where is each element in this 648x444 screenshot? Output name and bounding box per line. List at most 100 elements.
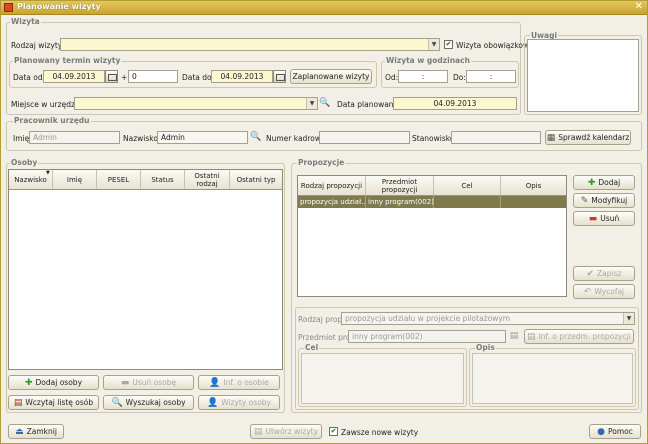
pracownik-section-label: Pracownik urzędu (13, 116, 91, 125)
document-icon: ▤ (509, 331, 519, 341)
calendar-icon: ▦ (546, 132, 556, 143)
inf-o-osobie-button[interactable]: 👤 Inf. o osobie (198, 375, 280, 390)
search-icon[interactable]: 🔍 (250, 131, 262, 144)
data-planowania-field[interactable]: 04.09.2013 (393, 97, 517, 110)
propozycje-table-header: Rodzaj propozycji Przedmiot propozycji C… (298, 176, 566, 196)
zapisz-button[interactable]: ✔ Zapisz (573, 266, 635, 281)
od-label: Od: (385, 73, 399, 82)
wizyta-obowiazkowa-checkbox[interactable]: ✔ (444, 40, 453, 49)
calendar-icon[interactable] (273, 70, 286, 83)
zawsze-nowe-wizyty-checkbox[interactable]: ✔ (329, 427, 338, 436)
wyszukaj-osoby-button[interactable]: 🔍 Wyszukaj osoby (103, 395, 194, 410)
zamknij-button[interactable]: ⏏ Zamknij (8, 424, 64, 439)
search-icon[interactable]: 🔍 (319, 97, 331, 110)
data-do-field[interactable]: 04.09.2013 (211, 70, 273, 83)
plus-icon: ✚ (24, 377, 33, 388)
plus-label: + (121, 73, 128, 82)
column-header-ostatni-typ[interactable]: Ostatni typ (230, 170, 282, 189)
wizyta-section-label: Wizyta (10, 17, 41, 26)
osoby-section-label: Osoby (10, 158, 39, 167)
usun-propozycje-button[interactable]: ▬ Usuń (573, 211, 635, 226)
rodzaj-prop-select: propozycja udziału w projekcie pilotażow… (341, 312, 635, 325)
window-title: Planowanie wizyty (17, 2, 101, 11)
planowanie-wizyty-window: Planowanie wizyty ✕ Wizyta Rodzaj wizyty… (0, 0, 648, 444)
osoby-table[interactable]: Nazwisko Imię PESEL Status Ostatni rodza… (8, 169, 283, 370)
opis-label: Opis (475, 343, 496, 352)
column-header-opis[interactable]: Opis (501, 176, 566, 195)
stanowisko-field (451, 131, 541, 144)
data-od-field[interactable]: 04.09.2013 (43, 70, 105, 83)
app-icon (4, 3, 13, 12)
zaplanowane-wizyty-button[interactable]: Zaplanowane wizyty (290, 69, 372, 84)
minus-icon: ▬ (588, 213, 598, 224)
calendar-icon[interactable] (105, 70, 118, 83)
zawsze-nowe-wizyty-label: Zawsze nowe wizyty (341, 428, 419, 437)
numer-kadrowy-field (319, 131, 410, 144)
column-header-rodzaj-propozycji[interactable]: Rodzaj propozycji (298, 176, 366, 195)
termin-section-label: Planowany termin wizyty (13, 56, 122, 65)
data-od-label: Data od: (13, 73, 46, 82)
column-header-pesel[interactable]: PESEL (97, 170, 141, 189)
wizyta-obowiazkowa-label: Wizyta obowiązkowa (456, 41, 534, 50)
chevron-down-icon[interactable]: ▼ (306, 98, 317, 109)
column-header-przedmiot-propozycji[interactable]: Przedmiot propozycji (366, 176, 434, 195)
document-icon: ▤ (253, 426, 263, 437)
rodzaj-prop-label: Rodzaj prop. (298, 315, 345, 324)
opis-textarea (472, 353, 633, 404)
wycofaj-button[interactable]: ↶ Wycofaj (573, 284, 635, 299)
utworz-wizyty-button[interactable]: ▤ Utwórz wizyty (250, 424, 322, 439)
wczytaj-liste-osob-button[interactable]: ▤ Wczytaj listę osób (8, 395, 99, 410)
przedmiot-prop-field: inny program(002) (348, 330, 506, 343)
propozycje-table[interactable]: Rodzaj propozycji Przedmiot propozycji C… (297, 175, 567, 297)
pomoc-button[interactable]: ● Pomoc (589, 424, 641, 439)
modyfikuj-button[interactable]: ✎ Modyfikuj (573, 193, 635, 208)
person-info-icon: 👤 (209, 377, 221, 388)
imie-field: Admin (29, 131, 120, 144)
propozycje-section-label: Propozycje (297, 158, 346, 167)
document-icon: ▤ (527, 331, 536, 342)
column-header-status[interactable]: Status (141, 170, 185, 189)
data-do-label: Data do: (182, 73, 215, 82)
dodaj-osoby-button[interactable]: ✚ Dodaj osoby (8, 375, 99, 390)
title-bar[interactable]: Planowanie wizyty ✕ (1, 1, 647, 15)
rodzaj-wizyty-select[interactable]: ▼ (60, 38, 440, 51)
chevron-down-icon[interactable]: ▼ (428, 39, 439, 50)
plus-days-field[interactable]: 0 (128, 70, 178, 83)
cel-label: Cel (304, 343, 320, 352)
table-row[interactable]: propozycja udział... inny program(002) (298, 196, 566, 208)
nazwisko-field[interactable]: Admin (157, 131, 248, 144)
godzina-do-field[interactable]: : (466, 70, 516, 83)
plus-icon: ✚ (587, 177, 596, 188)
sprawdz-kalendarz-button[interactable]: ▦ Sprawdź kalendarz (545, 130, 631, 145)
wizyty-osoby-button[interactable]: 👤 Wizyty osoby (198, 395, 280, 410)
cel-textarea (301, 353, 464, 404)
column-header-imie[interactable]: Imię (53, 170, 97, 189)
column-header-cel[interactable]: Cel (434, 176, 501, 195)
miejsce-select[interactable]: ▼ (74, 97, 318, 110)
minus-icon: ▬ (120, 377, 130, 388)
exit-icon: ⏏ (15, 426, 24, 437)
chevron-down-icon: ▼ (623, 313, 634, 324)
cell-opis (501, 196, 566, 208)
uwagi-textarea[interactable] (527, 39, 639, 112)
edit-icon: ✎ (580, 195, 589, 206)
person-icon: 👤 (207, 397, 219, 408)
dodaj-propozycje-button[interactable]: ✚ Dodaj (573, 175, 635, 190)
godziny-section-label: Wizyta w godzinach (385, 56, 471, 65)
rodzaj-wizyty-label: Rodzaj wizyty: (11, 41, 65, 50)
inf-o-przedm-propozycji-button[interactable]: ▤ Inf. o przedm. propozycji (524, 329, 634, 344)
checkmark-icon: ✔ (586, 268, 595, 279)
cell-przedmiot: inny program(002) (368, 196, 434, 208)
cell-rodzaj: propozycja udział... (300, 196, 366, 208)
nazwisko-label: Nazwisko: (123, 134, 161, 143)
search-icon: 🔍 (111, 397, 123, 408)
cell-cel (434, 196, 501, 208)
column-header-ostatni-rodzaj[interactable]: Ostatni rodzaj (185, 170, 230, 189)
usun-osobe-button[interactable]: ▬ Usuń osobę (103, 375, 194, 390)
godzina-od-field[interactable]: : (398, 70, 448, 83)
sort-arrow-icon: ▼ (46, 170, 50, 176)
list-icon: ▤ (13, 397, 23, 408)
do-label: Do: (453, 73, 466, 82)
close-icon[interactable]: ✕ (635, 1, 643, 12)
undo-icon: ↶ (583, 286, 592, 297)
